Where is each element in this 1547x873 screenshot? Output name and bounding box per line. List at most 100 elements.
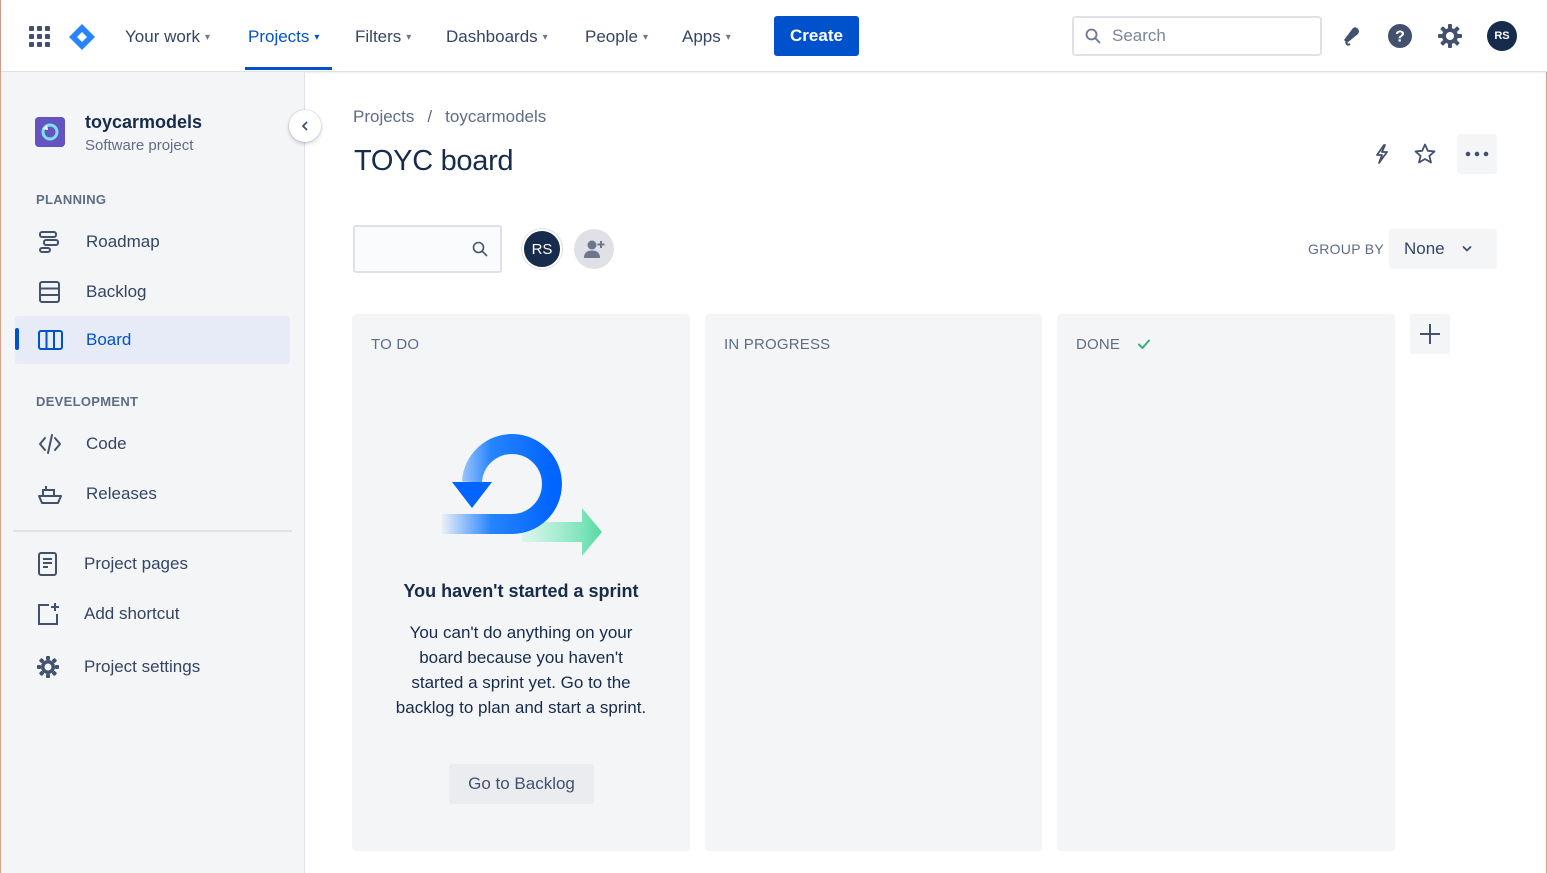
sidebar-item-label: Releases — [86, 484, 157, 503]
board-search[interactable] — [353, 225, 502, 273]
sidebar-item-label: Code — [86, 434, 127, 453]
page-title: TOYC board — [354, 145, 514, 177]
nav-dashboards[interactable]: Dashboards ▾ — [446, 24, 548, 50]
chevron-down-icon: ▾ — [642, 31, 648, 43]
project-sidebar: toycarmodels Software project PLANNING R… — [1, 72, 305, 873]
star-button[interactable] — [1405, 134, 1445, 174]
app-switcher-icon[interactable] — [29, 26, 51, 48]
user-avatar[interactable]: RS — [1487, 21, 1517, 51]
nav-your-work[interactable]: Your work ▾ — [125, 24, 210, 50]
sidebar-item-board[interactable]: Board — [15, 316, 290, 364]
chevron-down-icon — [1462, 246, 1472, 252]
column-in-progress: IN PROGRESS — [705, 314, 1042, 851]
settings-icon[interactable] — [1436, 22, 1464, 50]
sidebar-divider — [13, 530, 292, 532]
star-icon — [1414, 143, 1436, 164]
notifications-icon[interactable] — [1337, 22, 1365, 50]
project-avatar-icon — [35, 117, 65, 147]
sprint-illustration-icon — [442, 434, 602, 556]
active-nav-indicator — [245, 67, 332, 70]
column-title: IN PROGRESS — [724, 336, 831, 353]
global-search[interactable] — [1072, 16, 1322, 56]
empty-state-title: You haven't started a sprint — [403, 581, 639, 601]
nav-people[interactable]: People ▾ — [585, 24, 648, 50]
add-person-icon — [584, 240, 605, 258]
create-button[interactable]: Create — [774, 16, 859, 56]
sidebar-item-label: Project settings — [84, 657, 201, 676]
column-todo: TO DO You haven't started a sprint You c… — [352, 314, 690, 851]
checkmark-icon — [1138, 339, 1150, 349]
group-by-select[interactable]: None — [1389, 229, 1497, 269]
sidebar-item-label: Add shortcut — [84, 604, 180, 623]
nav-projects[interactable]: Projects ▾ — [248, 24, 319, 50]
automation-button[interactable] — [1362, 134, 1402, 174]
sidebar-item-label: Project pages — [84, 554, 188, 573]
board-icon — [38, 330, 63, 350]
nav-filters-label: Filters — [355, 27, 402, 46]
sidebar-item-project-settings[interactable]: Project settings — [15, 643, 290, 691]
sidebar-item-releases[interactable]: Releases — [15, 470, 290, 518]
project-name: toycarmodels — [85, 112, 203, 132]
active-item-indicator — [15, 328, 19, 350]
sidebar-item-add-shortcut[interactable]: Add shortcut — [15, 590, 290, 638]
collapse-sidebar-button[interactable] — [289, 110, 321, 142]
roadmap-icon — [39, 231, 59, 253]
more-icon — [1465, 151, 1489, 157]
chevron-down-icon: ▾ — [314, 31, 320, 43]
breadcrumb-project[interactable]: toycarmodels — [445, 107, 546, 127]
nav-filters[interactable]: Filters ▾ — [355, 24, 411, 50]
search-icon — [1085, 28, 1101, 44]
lightning-bolt-icon — [1376, 144, 1388, 164]
chevron-left-icon — [302, 121, 308, 131]
nav-apps-label: Apps — [682, 27, 721, 46]
group-by-value: None — [1404, 239, 1445, 258]
board-search-input[interactable] — [363, 227, 468, 271]
plus-icon — [1420, 324, 1440, 344]
nav-dashboards-label: Dashboards — [446, 27, 538, 46]
more-actions-button[interactable] — [1457, 134, 1497, 174]
column-done: DONE — [1057, 314, 1395, 851]
nav-apps[interactable]: Apps ▾ — [682, 24, 731, 50]
settings-icon — [37, 656, 59, 678]
sidebar-item-project-pages[interactable]: Project pages — [15, 540, 290, 588]
sidebar-item-roadmap[interactable]: Roadmap — [15, 218, 290, 266]
app-window: Your work ▾ Projects ▾ Filters ▾ Dashboards… — [0, 0, 1547, 873]
assignee-avatar[interactable]: RS — [522, 229, 562, 269]
nav-your-work-label: Your work — [125, 27, 200, 46]
sidebar-item-label: Board — [86, 330, 132, 349]
backlog-icon — [39, 281, 60, 303]
top-navigation: Your work ▾ Projects ▾ Filters ▾ Dashboards… — [1, 0, 1547, 72]
project-pages-icon — [38, 552, 57, 576]
releases-icon — [38, 486, 62, 504]
development-header: DEVELOPMENT — [36, 394, 139, 409]
search-input[interactable] — [1112, 18, 1312, 54]
breadcrumb-projects[interactable]: Projects — [353, 107, 414, 127]
sidebar-item-label: Backlog — [86, 282, 147, 301]
code-icon — [39, 434, 61, 454]
nav-people-label: People — [585, 27, 638, 46]
sidebar-item-backlog[interactable]: Backlog — [15, 268, 290, 316]
column-title: DONE — [1076, 336, 1121, 353]
project-type: Software project — [85, 137, 194, 154]
jira-logo-icon[interactable] — [68, 23, 96, 51]
go-to-backlog-button[interactable]: Go to Backlog — [449, 764, 594, 804]
add-people-button[interactable] — [574, 229, 614, 269]
chevron-down-icon: ▾ — [542, 31, 548, 43]
column-title: TO DO — [371, 336, 420, 353]
add-column-button[interactable] — [1410, 314, 1450, 354]
nav-projects-label: Projects — [248, 27, 310, 46]
svg-text:?: ? — [1395, 29, 1405, 46]
add-shortcut-icon — [38, 603, 59, 625]
sidebar-item-label: Roadmap — [86, 232, 160, 251]
breadcrumb: Projects / toycarmodels — [353, 107, 546, 127]
chevron-down-icon: ▾ — [406, 31, 412, 43]
sidebar-item-code[interactable]: Code — [15, 420, 290, 468]
chevron-down-icon: ▾ — [725, 31, 731, 43]
planning-header: PLANNING — [36, 192, 107, 207]
breadcrumb-separator: / — [427, 107, 433, 126]
chevron-down-icon: ▾ — [204, 31, 210, 43]
search-icon — [472, 241, 488, 257]
empty-state-description: You can't do anything on your board beca… — [395, 623, 647, 717]
help-icon[interactable]: ? — [1386, 22, 1414, 50]
group-by-label: GROUP BY — [1308, 241, 1385, 257]
